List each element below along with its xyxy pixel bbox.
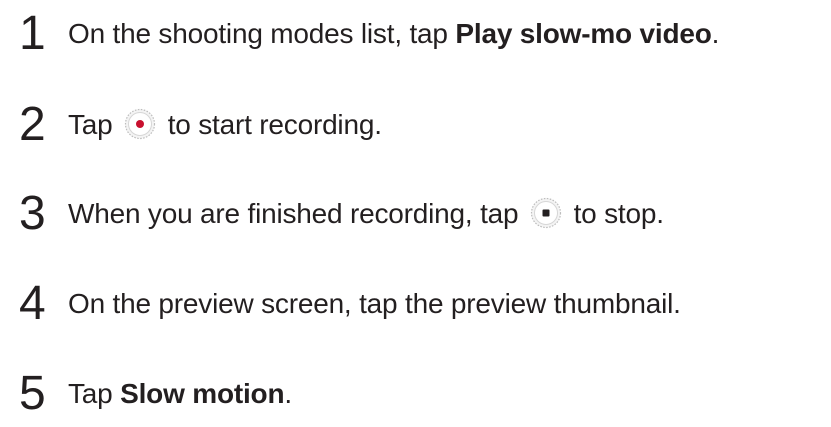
step-text-part: to stop. — [565, 198, 664, 229]
step-number: 5 — [19, 367, 46, 420]
step-text-part: to start recording. — [160, 109, 382, 140]
record-button-icon — [124, 101, 156, 140]
step-text: On the preview screen, tap the preview t… — [68, 274, 681, 334]
step-5: 5 Tap Slow motion. — [0, 364, 831, 424]
step-number: 4 — [19, 277, 46, 330]
step-text-part: When you are finished recording, tap — [68, 198, 526, 229]
step-4: 4 On the preview screen, tap the preview… — [0, 274, 831, 334]
step-text: On the shooting modes list, tap Play slo… — [68, 4, 719, 64]
step-text-part: Tap — [68, 109, 121, 140]
step-2: 2 Tap to start recording. — [0, 95, 831, 155]
step-1: 1 On the shooting modes list, tap Play s… — [0, 4, 831, 64]
step-text-part: On the preview screen, tap the preview t… — [68, 288, 681, 319]
step-number: 1 — [19, 7, 46, 60]
stop-button-icon — [530, 190, 562, 229]
step-text-part: Tap — [68, 378, 121, 409]
step-number: 3 — [19, 187, 46, 240]
ui-term-slow-motion: Slow motion — [120, 378, 285, 409]
step-text: Tap to start recording. — [68, 95, 382, 155]
step-text-part: On the shooting modes list, tap — [68, 18, 456, 49]
step-text-part: . — [284, 378, 292, 409]
ui-term-play-slow-mo-video: Play slow-mo video — [455, 18, 712, 49]
instruction-steps: 1 On the shooting modes list, tap Play s… — [0, 0, 831, 427]
step-text: Tap Slow motion. — [68, 364, 292, 424]
step-3: 3 When you are finished recording, tap t… — [0, 184, 831, 244]
step-number: 2 — [19, 98, 46, 151]
step-text: When you are finished recording, tap to … — [68, 184, 664, 244]
step-text-part: . — [711, 18, 720, 49]
